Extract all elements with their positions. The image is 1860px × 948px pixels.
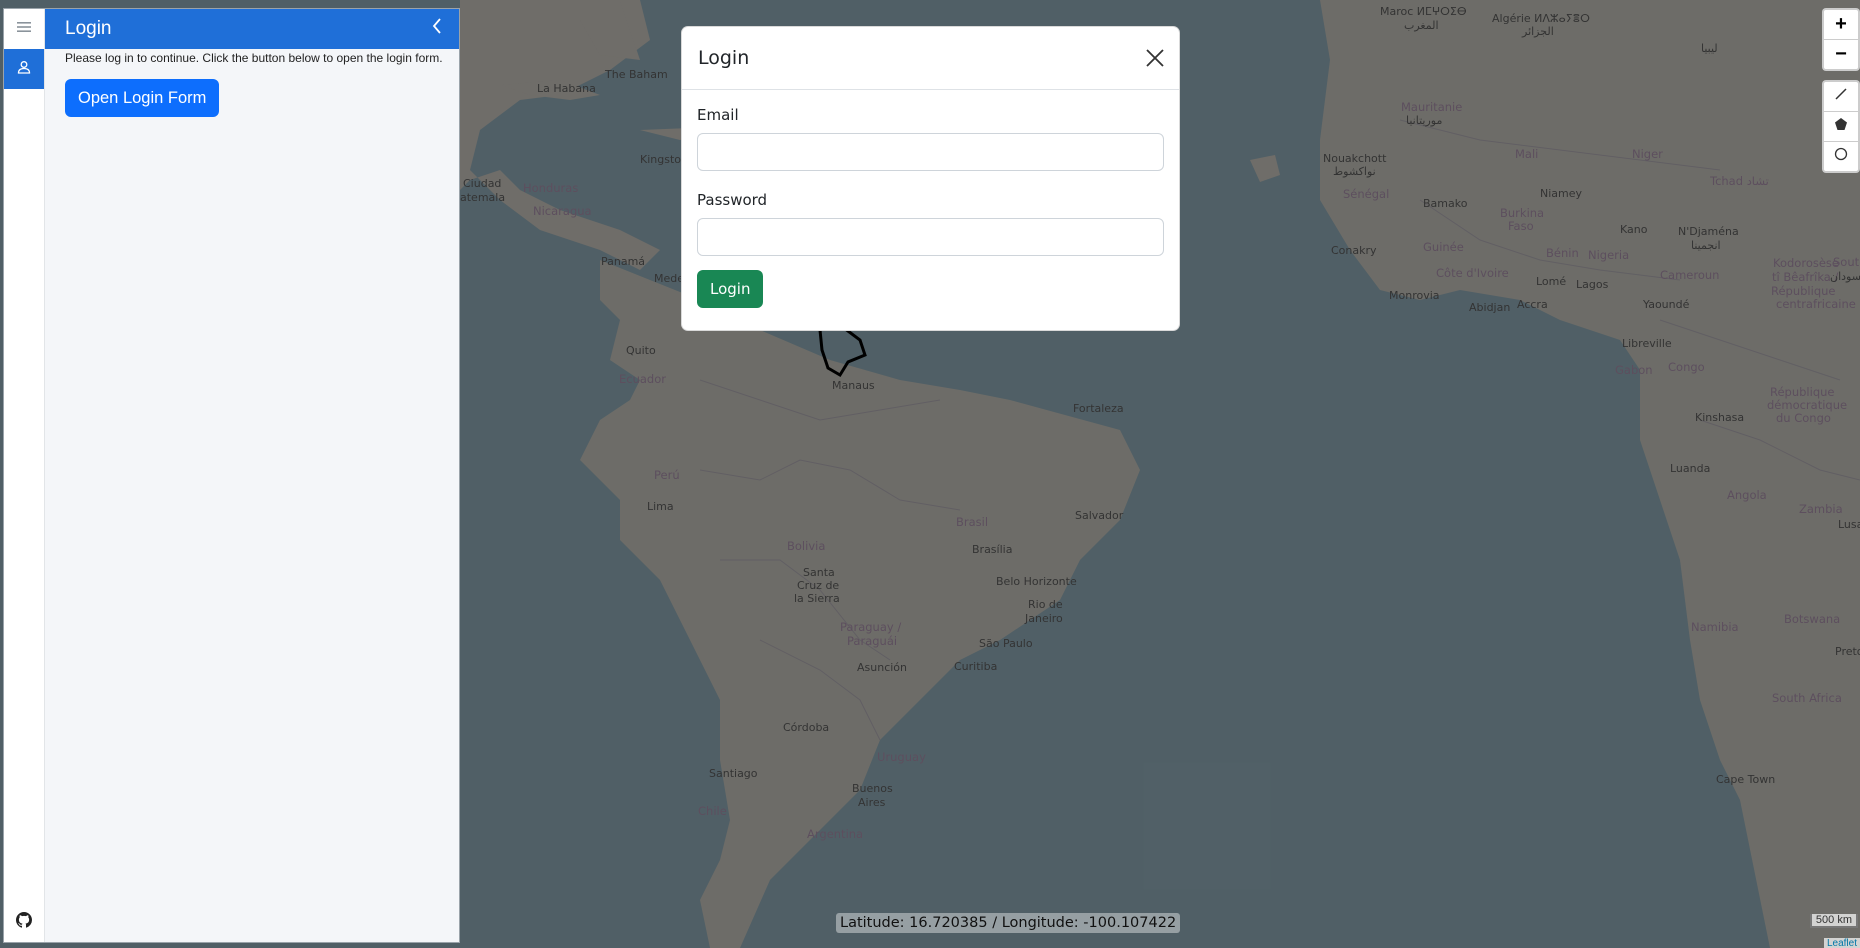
login-pane: Login Please log in to continue. Click t… xyxy=(45,9,459,942)
draw-line-button[interactable] xyxy=(1824,82,1858,111)
github-icon xyxy=(16,911,32,933)
menu-icon xyxy=(17,20,31,38)
line-icon xyxy=(1834,87,1848,106)
password-field[interactable] xyxy=(697,218,1164,256)
email-label: Email xyxy=(697,106,739,124)
tab-menu[interactable] xyxy=(4,9,44,49)
chevron-left-icon xyxy=(432,18,442,40)
pane-description: Please log in to continue. Click the but… xyxy=(65,51,443,65)
coordinate-readout: Latitude: 16.720385 / Longitude: -100.10… xyxy=(836,913,1181,933)
modal-header: Login xyxy=(682,27,1179,90)
modal-body: Email Password Login xyxy=(682,90,1179,324)
modal-title: Login xyxy=(698,47,750,69)
close-icon xyxy=(1143,49,1167,74)
map-attribution[interactable]: Leaflet xyxy=(1823,938,1860,948)
sidebar: Login Please log in to continue. Click t… xyxy=(3,8,460,943)
pane-header: Login xyxy=(45,9,459,49)
pane-title: Login xyxy=(65,18,112,39)
close-modal-button[interactable] xyxy=(1143,46,1167,70)
login-submit-button[interactable]: Login xyxy=(697,270,764,308)
collapse-pane-button[interactable] xyxy=(425,17,449,41)
draw-toolbar xyxy=(1822,80,1860,173)
user-icon xyxy=(17,60,31,79)
github-link[interactable] xyxy=(4,910,44,934)
draw-polygon-button[interactable] xyxy=(1824,111,1858,141)
polygon-icon xyxy=(1834,117,1848,136)
scale-bar: 500 km xyxy=(1809,914,1858,928)
tab-login[interactable] xyxy=(4,49,44,89)
open-login-form-button[interactable]: Open Login Form xyxy=(65,79,220,117)
password-label: Password xyxy=(697,191,768,209)
zoom-out-button[interactable]: − xyxy=(1824,39,1858,69)
zoom-in-button[interactable]: + xyxy=(1824,10,1858,39)
circle-icon xyxy=(1834,147,1848,166)
email-field[interactable] xyxy=(697,133,1164,171)
sidebar-tabs xyxy=(4,9,45,942)
zoom-control: + − xyxy=(1822,8,1860,71)
login-modal: Login Email Password Login xyxy=(681,26,1180,331)
draw-circle-button[interactable] xyxy=(1824,141,1858,171)
